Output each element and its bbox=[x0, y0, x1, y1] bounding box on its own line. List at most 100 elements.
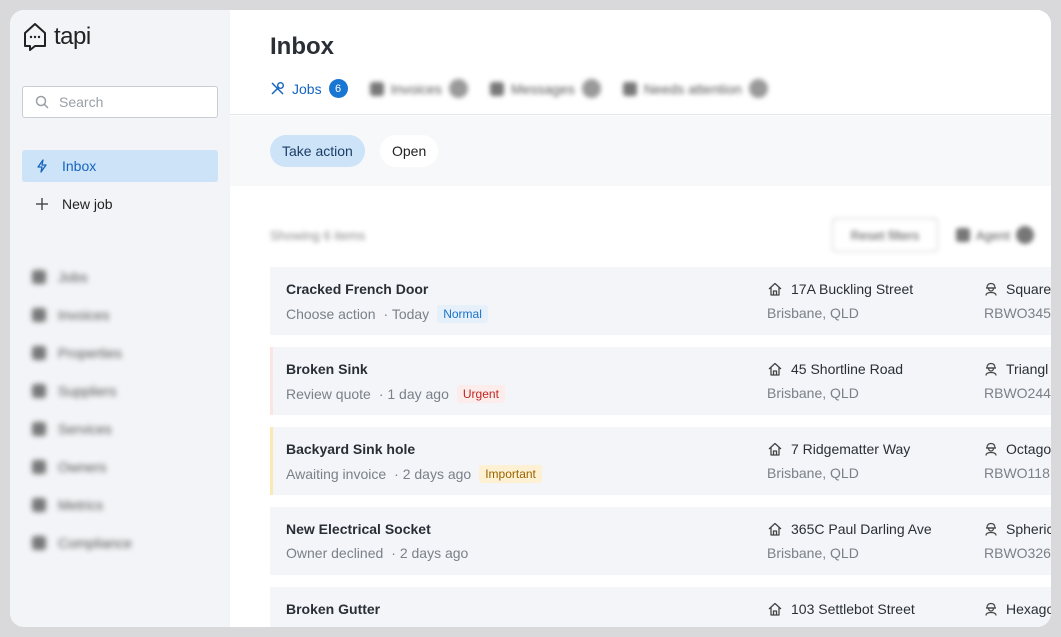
job-city: Brisbane, QLD bbox=[767, 385, 859, 401]
reset-filters-button[interactable]: Reset filters bbox=[832, 218, 938, 252]
sidebar-item-inbox[interactable]: Inbox bbox=[22, 150, 218, 182]
filter-take-action[interactable]: Take action bbox=[270, 135, 365, 167]
invoice-icon bbox=[32, 308, 46, 322]
supplier-name: Square bbox=[1006, 281, 1051, 297]
job-time: · Today bbox=[383, 306, 430, 322]
jobs-icon bbox=[32, 270, 46, 284]
job-status: Review quote bbox=[286, 386, 371, 402]
job-time: · 1 day ago bbox=[378, 386, 449, 402]
job-city: Brisbane, QLD bbox=[767, 305, 859, 321]
table-row[interactable]: Backyard Sink hole Awaiting invoice · 2 … bbox=[270, 427, 1051, 495]
priority-badge: Normal bbox=[437, 305, 488, 323]
item-count: Showing 6 items bbox=[270, 228, 366, 243]
sidebar-item-properties[interactable]: Properties bbox=[32, 334, 212, 372]
tools-icon bbox=[270, 81, 285, 96]
sidebar-item-invoices[interactable]: Invoices bbox=[32, 296, 212, 334]
house-icon bbox=[767, 602, 783, 616]
table-row[interactable]: New Electrical Socket Owner declined · 2… bbox=[270, 507, 1051, 575]
lightning-icon bbox=[36, 159, 48, 173]
address-text: 365C Paul Darling Ave bbox=[791, 521, 932, 537]
tab-count-badge bbox=[748, 79, 768, 98]
job-status-line: Review quote · 1 day ago Urgent bbox=[286, 385, 505, 403]
tab-count-badge bbox=[581, 79, 601, 98]
job-title: Cracked French Door bbox=[286, 281, 429, 297]
metrics-icon bbox=[32, 498, 46, 512]
properties-icon bbox=[32, 346, 46, 360]
list-toolbar: Showing 6 items Reset filters Agent bbox=[230, 218, 1051, 254]
secondary-nav: Jobs Invoices Properties Suppliers Servi… bbox=[32, 258, 212, 562]
job-supplier: Square bbox=[984, 281, 1051, 297]
tab-invoices[interactable]: Invoices bbox=[369, 79, 468, 98]
job-time: · 2 days ago bbox=[394, 466, 472, 482]
job-address: 365C Paul Darling Ave bbox=[767, 521, 932, 537]
job-ref: RBWO345 bbox=[984, 305, 1051, 321]
priority-badge: Urgent bbox=[456, 385, 505, 403]
sidebar-item-metrics[interactable]: Metrics bbox=[32, 486, 212, 524]
job-title: Broken Sink bbox=[286, 361, 368, 377]
house-icon bbox=[767, 282, 783, 296]
search-placeholder: Search bbox=[59, 94, 104, 110]
job-ref: RBWO118 bbox=[984, 465, 1050, 481]
tab-label: Messages bbox=[510, 80, 575, 97]
tab-label: Needs attention bbox=[643, 80, 742, 97]
sidebar-item-compliance[interactable]: Compliance bbox=[32, 524, 212, 562]
logo[interactable]: tapi bbox=[22, 22, 91, 52]
sidebar-item-new-job[interactable]: New job bbox=[22, 188, 218, 220]
house-icon bbox=[767, 362, 783, 376]
address-text: 45 Shortline Road bbox=[791, 361, 904, 377]
job-supplier: Spheric bbox=[984, 521, 1051, 537]
job-address: 17A Buckling Street bbox=[767, 281, 913, 297]
job-status: Awaiting invoice bbox=[286, 466, 387, 482]
supplier-name: Spheric bbox=[1006, 521, 1051, 537]
tab-label: Jobs bbox=[292, 80, 322, 97]
job-ref: RBWO326 bbox=[984, 545, 1051, 561]
search-icon bbox=[35, 95, 49, 109]
sidebar-item-jobs[interactable]: Jobs bbox=[32, 258, 212, 296]
tab-needs-attention[interactable]: Needs attention bbox=[622, 79, 768, 98]
job-status: Choose action bbox=[286, 306, 376, 322]
job-title: Backyard Sink hole bbox=[286, 441, 416, 457]
job-city: Brisbane, QLD bbox=[767, 545, 859, 561]
tab-count-badge: 6 bbox=[328, 79, 348, 98]
sidebar: tapi Search Inbox New job Jobs Invoices … bbox=[10, 10, 230, 627]
app-window: tapi Search Inbox New job Jobs Invoices … bbox=[10, 10, 1051, 627]
owners-icon bbox=[32, 460, 46, 474]
user-icon bbox=[622, 81, 637, 96]
address-text: 103 Settlebot Street bbox=[791, 601, 915, 617]
job-status-line: Owner declined · 2 days ago bbox=[286, 545, 468, 561]
job-address: 7 Ridgematter Way bbox=[767, 441, 910, 457]
sidebar-item-suppliers[interactable]: Suppliers bbox=[32, 372, 212, 410]
agent-filter[interactable]: Agent bbox=[956, 226, 1034, 244]
job-time: · 2 days ago bbox=[391, 545, 469, 561]
tab-count-badge bbox=[448, 79, 468, 98]
job-status-line: Awaiting invoice · 2 days ago Important bbox=[286, 465, 542, 483]
job-list: Cracked French Door Choose action · Toda… bbox=[270, 267, 1051, 627]
house-chat-icon bbox=[22, 22, 48, 52]
sidebar-item-services[interactable]: Services bbox=[32, 410, 212, 448]
tab-jobs[interactable]: Jobs 6 bbox=[270, 79, 348, 98]
job-status: Owner declined bbox=[286, 545, 384, 561]
sidebar-item-owners[interactable]: Owners bbox=[32, 448, 212, 486]
filter-open[interactable]: Open bbox=[380, 135, 439, 167]
sidebar-item-label: Inbox bbox=[62, 158, 97, 174]
search-input[interactable]: Search bbox=[22, 86, 218, 118]
worker-icon bbox=[984, 282, 998, 296]
job-supplier: Octago bbox=[984, 441, 1051, 457]
tab-messages[interactable]: Messages bbox=[489, 79, 601, 98]
plus-icon bbox=[36, 198, 48, 210]
job-address: 45 Shortline Road bbox=[767, 361, 903, 377]
table-row[interactable]: Broken Sink Review quote · 1 day ago Urg… bbox=[270, 347, 1051, 415]
job-title: New Electrical Socket bbox=[286, 521, 431, 537]
tab-label: Invoices bbox=[390, 80, 442, 97]
house-icon bbox=[767, 442, 783, 456]
tab-bar: Jobs 6 Invoices Messages Needs attention bbox=[270, 79, 768, 98]
job-title: Broken Gutter bbox=[286, 601, 381, 617]
job-supplier: Hexago bbox=[984, 601, 1051, 617]
address-text: 7 Ridgematter Way bbox=[791, 441, 911, 457]
table-row[interactable]: Cracked French Door Choose action · Toda… bbox=[270, 267, 1051, 335]
worker-icon bbox=[984, 522, 998, 536]
document-icon bbox=[369, 81, 384, 96]
job-address: 103 Settlebot Street bbox=[767, 601, 915, 617]
sidebar-item-label: New job bbox=[62, 196, 113, 212]
table-row[interactable]: Broken Gutter 103 Settlebot Street Hexag… bbox=[270, 587, 1051, 627]
